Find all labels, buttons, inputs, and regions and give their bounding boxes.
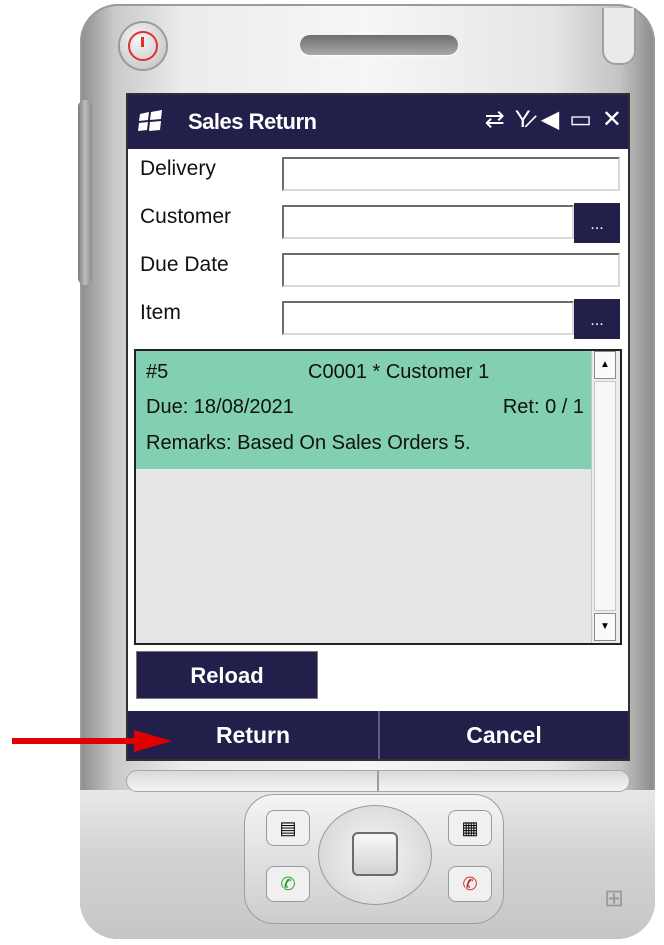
customer-row: Customer ... xyxy=(128,199,628,243)
sync-icon[interactable]: ⇄ xyxy=(485,105,505,135)
item-row: Item ... xyxy=(128,295,628,339)
item-ret: Ret: 0 / 1 xyxy=(502,396,584,418)
windows-logo-icon: ⊞ xyxy=(604,885,625,912)
delivery-list: #5 C0001 * Customer 1 Due: 18/08/2021 Re… xyxy=(134,349,622,645)
arrow-icon xyxy=(12,730,172,752)
scroll-up-icon[interactable]: ▲ xyxy=(594,351,616,379)
scroll-down-icon[interactable]: ▼ xyxy=(594,613,616,641)
scroll-track[interactable] xyxy=(594,381,616,611)
item-label: Item xyxy=(140,301,181,324)
delivery-row: Delivery xyxy=(128,151,628,195)
windows-start-icon[interactable] xyxy=(138,109,164,133)
item-number: #5 xyxy=(146,361,169,383)
cancel-button[interactable]: Cancel xyxy=(380,711,628,759)
app-title: Sales Return xyxy=(188,109,317,134)
item-browse-button[interactable]: ... xyxy=(574,299,620,339)
speaker-icon[interactable]: ◀ xyxy=(541,105,559,135)
item-remarks: Remarks: Based On Sales Orders 5. xyxy=(146,432,471,454)
customer-browse-button[interactable]: ... xyxy=(574,203,620,243)
item-due-date: Due: 18/08/2021 xyxy=(146,396,294,418)
battery-icon[interactable]: ▭ xyxy=(569,105,592,135)
item-customer: C0001 * Customer 1 xyxy=(308,361,490,383)
customer-label: Customer xyxy=(140,205,232,228)
power-button[interactable] xyxy=(120,23,166,69)
delivery-field[interactable] xyxy=(282,157,620,191)
power-icon xyxy=(128,31,158,61)
stylus-slot xyxy=(602,8,636,65)
reload-button[interactable]: Reload xyxy=(136,651,318,699)
calendar-key-icon[interactable]: ▦ xyxy=(448,810,492,846)
close-icon[interactable]: ✕ xyxy=(602,105,622,135)
softkey-bar: Return Cancel xyxy=(128,711,628,759)
due-date-row: Due Date xyxy=(128,247,628,291)
list-item[interactable]: #5 C0001 * Customer 1 Due: 18/08/2021 Re… xyxy=(136,351,592,469)
side-grip xyxy=(78,100,92,285)
due-date-field[interactable] xyxy=(282,253,620,287)
screen: Sales Return ⇄ Y̷ ◀ ▭ ✕ Delivery Custome… xyxy=(126,93,630,761)
title-bar: Sales Return ⇄ Y̷ ◀ ▭ ✕ xyxy=(128,95,628,149)
dpad-center-button[interactable] xyxy=(352,832,398,876)
customer-field[interactable] xyxy=(282,205,574,239)
status-icons: ⇄ Y̷ ◀ ▭ ✕ xyxy=(485,105,622,135)
speaker-grille xyxy=(300,35,458,55)
item-field[interactable] xyxy=(282,301,574,335)
due-date-label: Due Date xyxy=(140,253,229,276)
hardware-softkey-bar[interactable] xyxy=(126,770,630,792)
contacts-key-icon[interactable]: ▤ xyxy=(266,810,310,846)
call-key-icon[interactable]: ✆ xyxy=(266,866,310,902)
end-call-key-icon[interactable]: ✆ xyxy=(448,866,492,902)
list-scrollbar[interactable]: ▲ ▼ xyxy=(591,351,620,643)
no-signal-icon[interactable]: Y̷ xyxy=(515,105,531,135)
delivery-label: Delivery xyxy=(140,157,216,180)
